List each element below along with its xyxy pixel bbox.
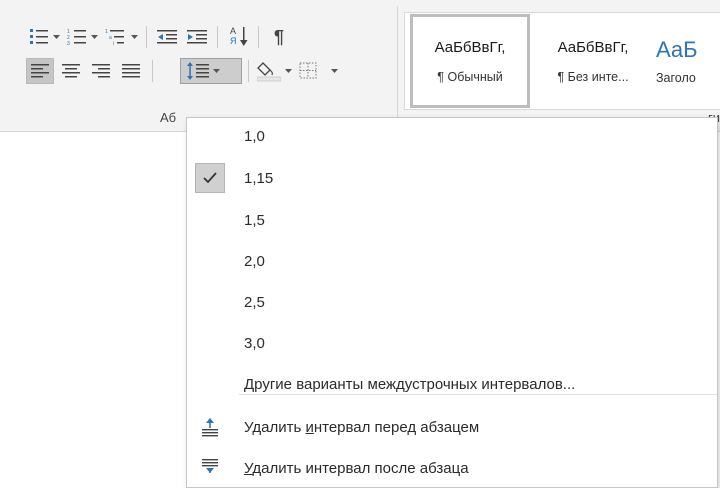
line-spacing-option[interactable]: 1,15 [187, 162, 717, 194]
show-formatting-icon: ¶ [273, 26, 284, 47]
line-spacing-option[interactable]: 3,0 [187, 327, 717, 359]
line-spacing-button[interactable] [180, 58, 242, 84]
justify-button[interactable] [118, 58, 144, 84]
line-spacing-icon [187, 62, 209, 80]
line-spacing-option[interactable]: 1,0 [187, 120, 717, 152]
shading-icon [257, 62, 281, 82]
toolbar-divider [248, 60, 249, 82]
justify-icon [122, 64, 140, 78]
numbering-icon: 1 2 3 [67, 29, 86, 46]
sort-button[interactable]: А Я [226, 24, 252, 50]
group-divider [397, 6, 398, 124]
borders-button[interactable] [298, 58, 340, 84]
sort-icon: А Я [229, 26, 249, 48]
chevron-down-icon[interactable] [329, 58, 339, 84]
line-spacing-options-item[interactable]: Другие варианты междустрочных интервалов… [187, 368, 717, 400]
svg-text:a: a [109, 35, 112, 41]
align-right-button[interactable] [88, 58, 114, 84]
decrease-indent-icon [157, 30, 177, 44]
svg-text:1: 1 [105, 29, 108, 35]
menu-divider [239, 394, 717, 395]
toolbar-divider [146, 26, 147, 48]
style-normal[interactable]: АаБбВвГг, ¶ Обычный [410, 14, 530, 108]
remove-space-before-item[interactable]: Удалить интервал перед абзацем [187, 411, 717, 443]
line-spacing-option[interactable]: 2,5 [187, 286, 717, 318]
bullets-button[interactable] [28, 24, 62, 50]
remove-space-before-icon [195, 412, 225, 442]
align-center-button[interactable] [58, 58, 84, 84]
decrease-indent-button[interactable] [154, 24, 180, 50]
toolbar-divider [258, 26, 259, 48]
chevron-down-icon[interactable] [283, 58, 293, 84]
checkmark-icon [195, 163, 225, 193]
shading-button[interactable] [256, 58, 294, 84]
chevron-down-icon[interactable] [51, 24, 61, 50]
style-heading-1[interactable]: АаБ Заголо [656, 14, 720, 108]
chevron-down-icon[interactable] [129, 24, 139, 50]
align-left-icon [31, 64, 49, 78]
toolbar-divider [217, 26, 218, 48]
toolbar-divider [152, 60, 153, 82]
svg-text:3: 3 [67, 41, 70, 46]
line-spacing-option[interactable]: 2,0 [187, 245, 717, 277]
line-spacing-option[interactable]: 1,5 [187, 204, 717, 236]
align-left-button[interactable] [26, 58, 54, 84]
align-center-icon [62, 64, 80, 78]
chevron-down-icon[interactable] [89, 24, 99, 50]
multilevel-list-button[interactable]: 1 a i [104, 24, 140, 50]
increase-indent-button[interactable] [184, 24, 210, 50]
ribbon: 1 2 3 1 a i А Я ¶ Аб АаБбВвГг, ¶ Обычный… [0, 0, 720, 132]
show-formatting-button[interactable]: ¶ [266, 24, 292, 50]
chevron-down-icon[interactable] [211, 58, 221, 84]
remove-space-after-item[interactable]: Удалить интервал после абзаца [187, 452, 717, 484]
increase-indent-icon [187, 30, 207, 44]
multilevel-list-icon: 1 a i [105, 29, 124, 46]
align-right-icon [92, 64, 110, 78]
numbering-button[interactable]: 1 2 3 [66, 24, 100, 50]
borders-icon [299, 62, 317, 79]
bullets-icon [30, 29, 48, 44]
svg-text:i: i [113, 41, 114, 46]
style-no-spacing[interactable]: АаБбВвГг, ¶ Без инте... [532, 14, 654, 108]
remove-space-after-icon [195, 453, 225, 483]
line-spacing-menu: 1,0 1,15 1,5 2,0 2,5 3,0 Другие варианты… [186, 117, 718, 488]
paragraph-group-label: Аб [160, 110, 177, 125]
